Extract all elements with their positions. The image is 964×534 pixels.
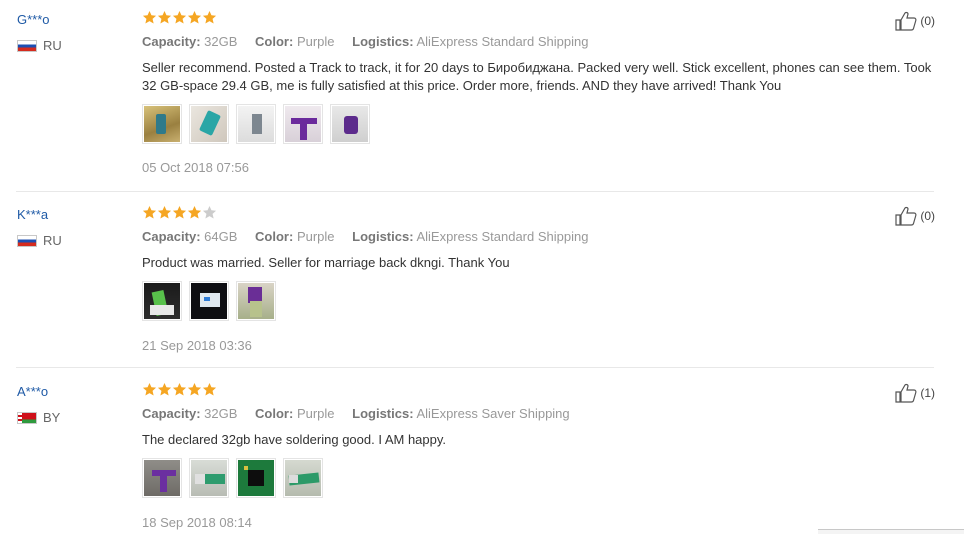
review-photo-thumbnail[interactable] [142, 281, 182, 321]
review-item: A***o BY Capacity: 32GB Color: Purple Lo… [0, 372, 964, 534]
star-filled-icon [142, 205, 157, 219]
color-label: Color: [255, 406, 294, 421]
review-text: The declared 32gb have soldering good. I… [142, 432, 447, 447]
like-count: (0) [920, 209, 935, 223]
reviewer-country: BY [17, 410, 60, 425]
star-filled-icon [187, 205, 202, 219]
color-value: Purple [296, 34, 335, 49]
scroll-edge [818, 529, 964, 534]
review-text: Product was married. Seller for marriage… [142, 255, 510, 270]
review-divider [16, 367, 934, 368]
thumbs-up-icon [895, 206, 917, 226]
reviewer-name[interactable]: A***o [17, 384, 48, 399]
capacity-value: 32GB [204, 34, 238, 49]
review-photo-thumbnail[interactable] [236, 104, 276, 144]
review-meta: Capacity: 64GB Color: Purple Logistics: … [142, 229, 588, 244]
review-photo-thumbnail[interactable] [189, 104, 229, 144]
reviewer-country: RU [17, 233, 62, 248]
star-filled-icon [142, 10, 157, 24]
review-photo-thumbnail[interactable] [189, 281, 229, 321]
star-filled-icon [157, 205, 172, 219]
color-label: Color: [255, 34, 294, 49]
by-flag-icon [17, 411, 37, 424]
ru-flag-icon [17, 39, 37, 52]
like-button[interactable]: (1) [895, 383, 935, 403]
reviewer-name[interactable]: G***o [17, 12, 50, 27]
review-photos [142, 104, 377, 144]
like-count: (0) [920, 14, 935, 28]
star-filled-icon [172, 10, 187, 24]
review-date: 18 Sep 2018 08:14 [142, 515, 252, 530]
review-photo-thumbnail[interactable] [236, 281, 276, 321]
review-date: 05 Oct 2018 07:56 [142, 160, 249, 175]
capacity-label: Capacity: [142, 34, 201, 49]
review-photo-thumbnail[interactable] [189, 458, 229, 498]
ru-flag-icon [17, 234, 37, 247]
star-filled-icon [202, 382, 217, 396]
reviewer-name[interactable]: K***a [17, 207, 48, 222]
star-filled-icon [202, 10, 217, 24]
logistics-label: Logistics: [352, 406, 414, 421]
review-photo-thumbnail[interactable] [283, 104, 323, 144]
review-photo-thumbnail[interactable] [142, 104, 182, 144]
color-label: Color: [255, 229, 294, 244]
review-photo-thumbnail[interactable] [330, 104, 370, 144]
review-text: Seller recommend. Posted a Track to trac… [142, 60, 932, 93]
like-button[interactable]: (0) [895, 206, 935, 226]
capacity-label: Capacity: [142, 229, 201, 244]
review-photo-thumbnail[interactable] [283, 458, 323, 498]
star-filled-icon [172, 382, 187, 396]
star-filled-icon [187, 10, 202, 24]
like-count: (1) [920, 386, 935, 400]
review-photos [142, 281, 283, 321]
star-rating [142, 10, 217, 25]
star-filled-icon [157, 382, 172, 396]
star-rating [142, 382, 217, 397]
country-code: RU [43, 38, 62, 53]
star-filled-icon [172, 205, 187, 219]
review-photos [142, 458, 330, 498]
review-item: G***o RU Capacity: 32GB Color: Purple Lo… [0, 0, 964, 192]
logistics-value: AliExpress Standard Shipping [416, 34, 589, 49]
star-empty-icon [202, 205, 217, 219]
star-rating [142, 205, 217, 220]
logistics-label: Logistics: [352, 229, 414, 244]
thumbs-up-icon [895, 11, 917, 31]
review-meta: Capacity: 32GB Color: Purple Logistics: … [142, 406, 570, 421]
like-button[interactable]: (0) [895, 11, 935, 31]
review-divider [16, 191, 934, 192]
country-code: BY [43, 410, 61, 425]
review-photo-thumbnail[interactable] [142, 458, 182, 498]
capacity-value: 32GB [204, 406, 238, 421]
capacity-value: 64GB [204, 229, 238, 244]
logistics-value: AliExpress Saver Shipping [416, 406, 570, 421]
logistics-label: Logistics: [352, 34, 414, 49]
review-item: K***a RU Capacity: 64GB Color: Purple Lo… [0, 195, 964, 368]
reviewer-country: RU [17, 38, 62, 53]
thumbs-up-icon [895, 383, 917, 403]
logistics-value: AliExpress Standard Shipping [416, 229, 589, 244]
star-filled-icon [142, 382, 157, 396]
review-photo-thumbnail[interactable] [236, 458, 276, 498]
star-filled-icon [187, 382, 202, 396]
review-meta: Capacity: 32GB Color: Purple Logistics: … [142, 34, 588, 49]
color-value: Purple [296, 229, 335, 244]
capacity-label: Capacity: [142, 406, 201, 421]
color-value: Purple [296, 406, 335, 421]
star-filled-icon [157, 10, 172, 24]
review-date: 21 Sep 2018 03:36 [142, 338, 252, 353]
country-code: RU [43, 233, 62, 248]
